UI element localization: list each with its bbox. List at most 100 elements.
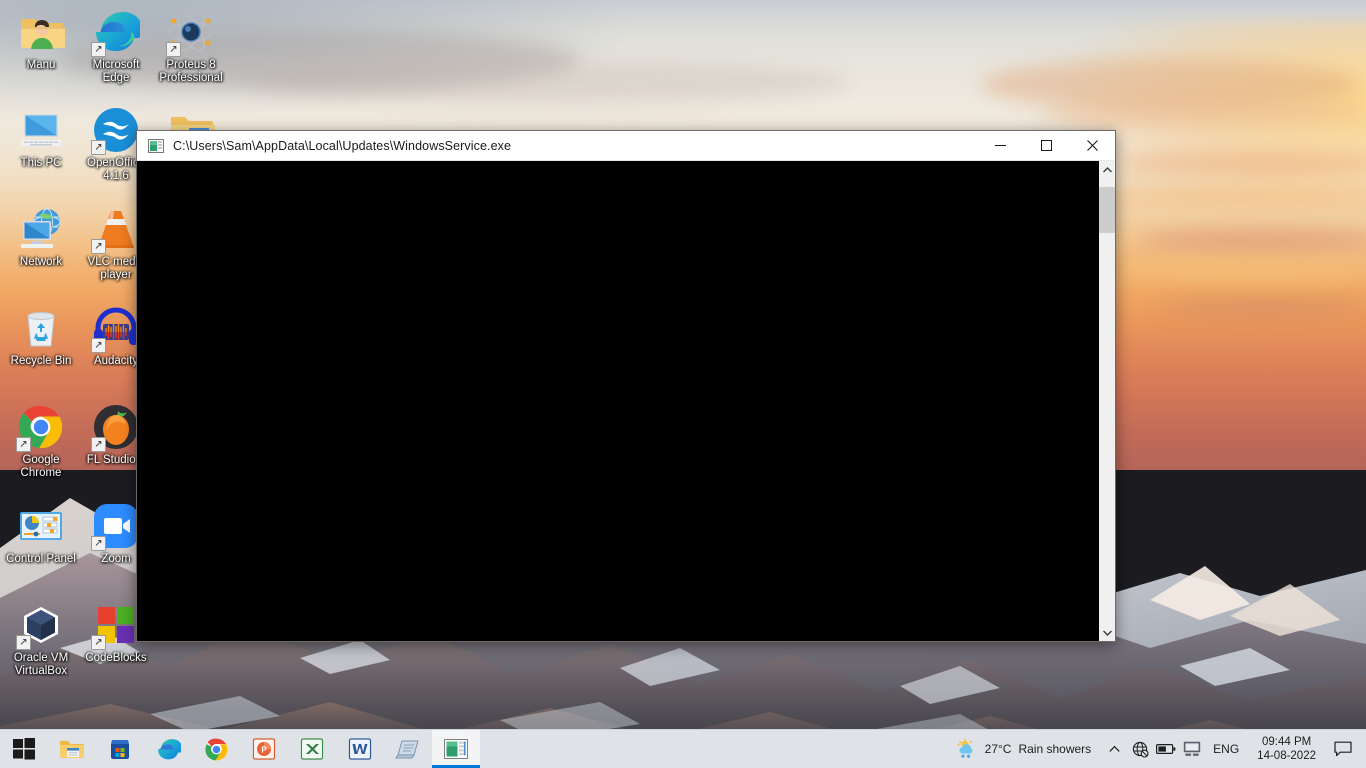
- console-icon: [444, 739, 468, 759]
- desktop-icon-proteus[interactable]: ↗ Proteus 8 Professional: [154, 8, 228, 85]
- show-hidden-icons-button[interactable]: [1101, 730, 1127, 768]
- file-explorer-icon: [60, 741, 84, 758]
- powerpoint-button[interactable]: P: [240, 730, 288, 768]
- language-indicator[interactable]: ENG: [1205, 730, 1247, 768]
- desktop-icon-label: Control Panel: [6, 553, 76, 565]
- weather-temperature: 27°C: [984, 742, 1012, 756]
- desktop-icon-google-chrome[interactable]: ↗ Google Chrome: [4, 403, 78, 480]
- shortcut-arrow-icon: ↗: [91, 239, 106, 254]
- edge-button[interactable]: [144, 730, 192, 768]
- chrome-button[interactable]: [192, 730, 240, 768]
- shortcut-arrow-icon: ↗: [16, 437, 31, 452]
- battery-icon: [1156, 744, 1176, 755]
- console-icon: [148, 138, 164, 153]
- codeblocks-icon: ↗: [91, 601, 140, 650]
- microsoft-edge-icon: [157, 738, 181, 759]
- desktop-icon-network[interactable]: Network: [4, 205, 78, 269]
- google-chrome-icon: [204, 738, 227, 760]
- shortcut-arrow-icon: ↗: [91, 536, 106, 551]
- desktop-icon-recycle-bin[interactable]: Recycle Bin: [4, 304, 78, 368]
- desktop-icon-label: Google Chrome: [20, 454, 62, 479]
- globe-no-internet-icon: [1132, 741, 1149, 758]
- notification-center-button[interactable]: [1326, 730, 1360, 768]
- cloud-band: [250, 60, 850, 104]
- word-button[interactable]: [336, 730, 384, 768]
- battery-button[interactable]: [1153, 730, 1179, 768]
- cloud-band: [1100, 186, 1366, 208]
- folder-user-icon: [17, 8, 65, 56]
- desktop-icon-label: Microsoft Edge: [92, 59, 140, 84]
- shortcut-arrow-icon: ↗: [91, 42, 106, 57]
- desktop-icon-label: Recycle Bin: [10, 355, 72, 367]
- microsoft-store-button[interactable]: [96, 730, 144, 768]
- shortcut-arrow-icon: ↗: [91, 338, 106, 353]
- console-body[interactable]: [137, 161, 1115, 641]
- notification-icon: [1334, 741, 1352, 757]
- desktop-icon-this-pc[interactable]: This PC: [4, 106, 78, 170]
- scrollbar-track[interactable]: [1099, 178, 1115, 624]
- console-output-area[interactable]: [137, 161, 1098, 641]
- recycle-bin-icon: [17, 304, 65, 352]
- taskbar[interactable]: P 27°C Rain showers ENG 09:44 PM 14-08-2…: [0, 729, 1366, 768]
- microsoft-store-icon: [111, 740, 129, 759]
- network-icon: [17, 205, 65, 253]
- console-window[interactable]: C:\Users\Sam\AppData\Local\Updates\Windo…: [136, 130, 1116, 642]
- close-button[interactable]: [1069, 131, 1115, 161]
- google-chrome-icon: ↗: [16, 403, 65, 452]
- shortcut-arrow-icon: ↗: [16, 635, 31, 650]
- openoffice-icon: ↗: [91, 106, 140, 155]
- network-button[interactable]: [1127, 730, 1153, 768]
- shortcut-arrow-icon: ↗: [91, 437, 106, 452]
- sun-rain-icon: [956, 739, 972, 758]
- windows-start-icon: [13, 738, 35, 760]
- minimize-button[interactable]: [977, 131, 1023, 161]
- clock-date: 14-08-2022: [1257, 750, 1316, 762]
- scroll-down-arrow-icon[interactable]: [1099, 624, 1115, 641]
- cloud-band: [1120, 150, 1366, 176]
- desktop-icon-label: This PC: [20, 157, 62, 169]
- console-scrollbar[interactable]: [1098, 161, 1115, 641]
- file-explorer-button[interactable]: [48, 730, 96, 768]
- desktop-icon-label: Network: [19, 256, 63, 268]
- desktop-icon-virtualbox[interactable]: ↗ Oracle VM VirtualBox: [4, 601, 78, 678]
- desktop-icon-microsoft-edge[interactable]: ↗ Microsoft Edge: [79, 8, 153, 85]
- console-window-button[interactable]: [432, 730, 480, 768]
- start-button[interactable]: [0, 730, 48, 768]
- console-window-title: C:\Users\Sam\AppData\Local\Updates\Windo…: [173, 138, 512, 153]
- excel-button[interactable]: [288, 730, 336, 768]
- clock[interactable]: 09:44 PM 14-08-2022: [1247, 730, 1326, 768]
- audacity-icon: ↗: [91, 304, 140, 353]
- control-panel-icon: [17, 502, 65, 550]
- scroll-up-arrow-icon[interactable]: [1099, 161, 1115, 178]
- desktop-icon-manu[interactable]: Manu: [4, 8, 78, 72]
- taskbar-items: P: [0, 730, 480, 768]
- monitor-icon: [1183, 741, 1201, 756]
- excel-icon: [300, 738, 324, 760]
- cloud-band: [1040, 96, 1366, 130]
- zoom-icon: ↗: [91, 502, 140, 551]
- cloud-band: [1140, 230, 1366, 250]
- desktop-icon-label: Proteus 8 Professional: [159, 59, 223, 84]
- taskbar-spacer: [480, 730, 950, 768]
- shortcut-arrow-icon: ↗: [91, 635, 106, 650]
- scrollbar-thumb[interactable]: [1099, 187, 1115, 233]
- desktop-icon-label: Manu: [26, 59, 56, 71]
- maximize-button[interactable]: [1023, 131, 1069, 161]
- this-pc-icon: [17, 106, 65, 154]
- powerpoint-icon: P: [252, 738, 276, 760]
- clock-time: 09:44 PM: [1261, 736, 1312, 748]
- desktop-icon-control-panel[interactable]: Control Panel: [4, 502, 78, 566]
- notepad-button[interactable]: [384, 730, 432, 768]
- console-titlebar[interactable]: C:\Users\Sam\AppData\Local\Updates\Windo…: [137, 131, 1115, 161]
- shortcut-arrow-icon: ↗: [91, 140, 106, 155]
- chevron-up-icon: [1109, 745, 1120, 752]
- notepad-icon: [395, 740, 419, 759]
- shortcut-arrow-icon: ↗: [166, 42, 181, 57]
- weather-widget[interactable]: 27°C Rain showers: [950, 730, 1102, 768]
- display-settings-button[interactable]: [1179, 730, 1205, 768]
- microsoft-edge-icon: ↗: [91, 8, 142, 57]
- desktop-icon-label: Oracle VM VirtualBox: [13, 652, 69, 677]
- virtualbox-icon: ↗: [16, 601, 65, 650]
- word-icon: [348, 738, 372, 760]
- cloud-band: [1160, 300, 1366, 314]
